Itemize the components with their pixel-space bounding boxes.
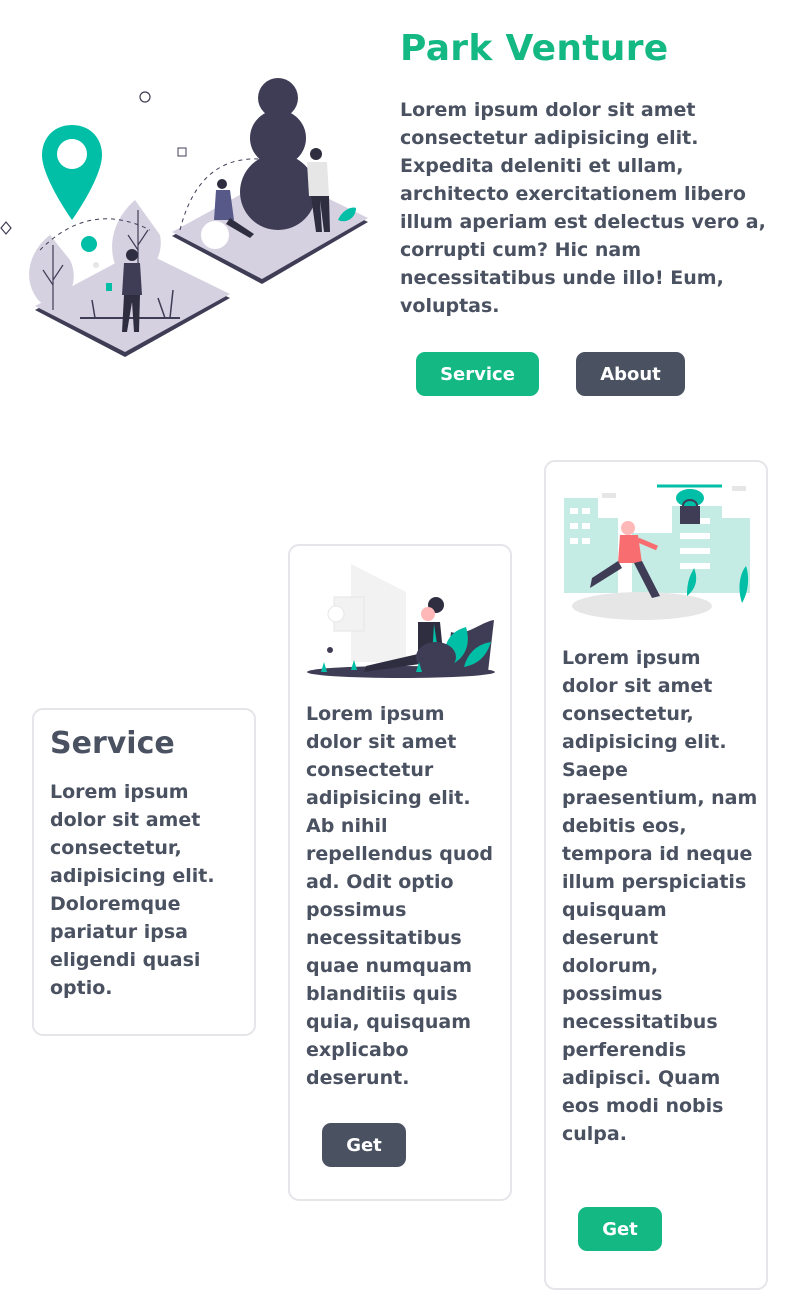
card-title: Service <box>50 726 175 761</box>
about-button[interactable]: About <box>576 352 685 396</box>
card-text: Lorem ipsum dolor sit amet consectetur, … <box>50 781 215 999</box>
card-text: Lorem ipsum dolor sit amet consectetur, … <box>562 647 758 1145</box>
relaxing-person-illustration <box>306 562 496 678</box>
card-text: Lorem ipsum dolor sit amet consectetur a… <box>306 703 494 1089</box>
page-title: Park Venture <box>400 28 669 69</box>
get-button[interactable]: Get <box>322 1123 406 1167</box>
get-button[interactable]: Get <box>578 1207 662 1251</box>
service-button[interactable]: Service <box>416 352 539 396</box>
map-pin-icon <box>42 125 102 252</box>
drone-city-illustration <box>562 478 752 623</box>
service-card: Service Lorem ipsum dolor sit amet conse… <box>32 708 256 1036</box>
relax-card: Lorem ipsum dolor sit amet consectetur a… <box>288 544 512 1201</box>
hero-description: Lorem ipsum dolor sit amet consectetur a… <box>400 99 766 317</box>
park-illustration <box>0 70 380 380</box>
drone-card: Lorem ipsum dolor sit amet consectetur, … <box>544 460 768 1290</box>
